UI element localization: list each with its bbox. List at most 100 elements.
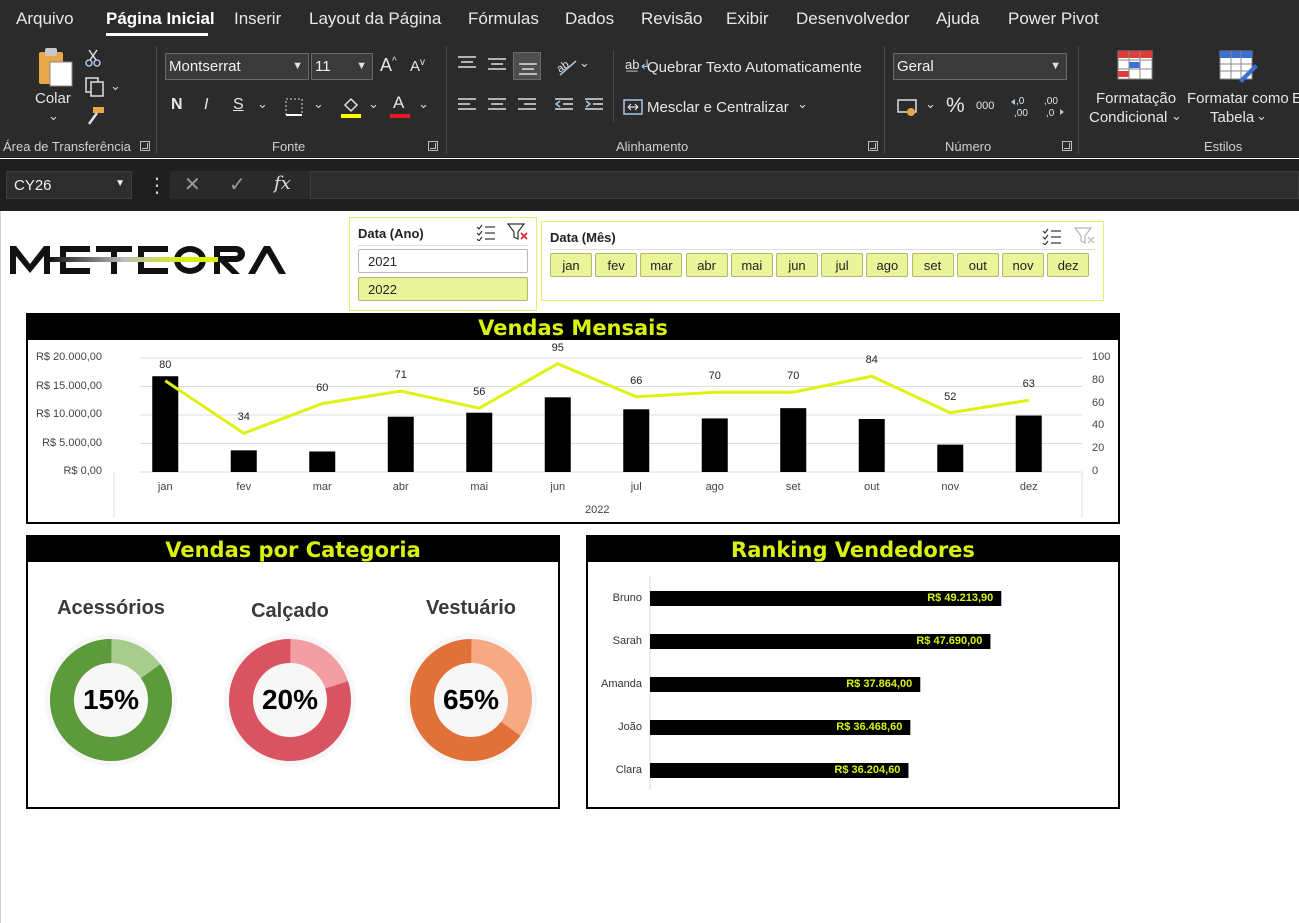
conditional-formatting-label-1[interactable]: Formatação: [1096, 90, 1176, 107]
clipboard-launcher-icon[interactable]: [140, 141, 150, 151]
align-left-icon[interactable]: [456, 96, 478, 114]
decrease-decimal-icon[interactable]: ,00 ,0: [1040, 94, 1066, 120]
borders-icon[interactable]: [284, 97, 304, 117]
font-color-dropdown-icon[interactable]: ⌄: [418, 96, 429, 112]
data-label: 70: [787, 370, 800, 383]
confirm-icon[interactable]: ✓: [229, 172, 246, 197]
wrap-text-button[interactable]: Quebrar Texto Automaticamente: [647, 59, 862, 76]
chevron-down-icon: ▼: [1050, 60, 1061, 72]
increase-decimal-icon[interactable]: ,0 ,00: [1010, 94, 1036, 120]
underline-button[interactable]: S: [233, 96, 244, 114]
decrease-font-icon[interactable]: Av: [410, 57, 425, 75]
fill-color-icon[interactable]: [340, 95, 362, 119]
rank-value: R$ 47.690,00: [916, 635, 983, 647]
slicer-item-2022[interactable]: 2022: [358, 277, 528, 301]
borders-dropdown-icon[interactable]: ⌄: [313, 96, 324, 112]
underline-dropdown-icon[interactable]: ⌄: [257, 96, 268, 112]
increase-indent-icon[interactable]: [583, 96, 605, 114]
merge-center-icon[interactable]: [623, 98, 643, 116]
slicer-item-2021[interactable]: 2021: [358, 249, 528, 273]
tab-revisao[interactable]: Revisão: [641, 9, 702, 29]
tab-formulas[interactable]: Fórmulas: [468, 9, 539, 29]
paste-button-label[interactable]: Colar: [35, 90, 71, 107]
clear-filter-icon[interactable]: [507, 222, 529, 242]
bar-mai: [466, 412, 493, 472]
align-center-icon[interactable]: [486, 96, 508, 114]
alignment-launcher-icon[interactable]: [868, 141, 878, 151]
font-launcher-icon[interactable]: [428, 141, 438, 151]
align-right-icon[interactable]: [516, 96, 538, 114]
format-as-table-label-2[interactable]: Tabela: [1210, 109, 1254, 126]
table-dropdown-icon[interactable]: ⌄: [1256, 108, 1267, 124]
align-middle-icon[interactable]: [486, 56, 508, 74]
group-separator: [884, 46, 885, 154]
decrease-indent-icon[interactable]: [553, 96, 575, 114]
slicer-item-nov[interactable]: nov: [1002, 253, 1044, 277]
more-options-icon[interactable]: ⋮: [147, 173, 167, 198]
slicer-item-mar[interactable]: mar: [640, 253, 683, 277]
format-as-table-label-1[interactable]: Formatar como: [1187, 90, 1289, 107]
name-box[interactable]: CY26 ▼: [6, 171, 132, 199]
tab-pagina-inicial[interactable]: Página Inicial: [106, 9, 215, 29]
cell-styles-label-truncated[interactable]: E: [1292, 90, 1299, 107]
tab-exibir[interactable]: Exibir: [726, 9, 769, 29]
bold-button[interactable]: N: [171, 96, 183, 114]
tab-ajuda[interactable]: Ajuda: [936, 9, 979, 29]
cut-icon[interactable]: [84, 48, 102, 68]
slicer-item-jan[interactable]: jan: [550, 253, 592, 277]
orientation-dropdown-icon[interactable]: ⌄: [579, 55, 590, 71]
font-color-button[interactable]: A: [393, 93, 404, 113]
fill-color-dropdown-icon[interactable]: ⌄: [368, 96, 379, 112]
font-name-value: Montserrat: [169, 58, 241, 75]
multi-select-icon[interactable]: [476, 223, 496, 241]
tab-desenvolvedor[interactable]: Desenvolvedor: [796, 9, 909, 29]
orientation-icon[interactable]: ab: [554, 55, 578, 77]
accounting-format-icon[interactable]: [896, 96, 920, 118]
conditional-dropdown-icon[interactable]: ⌄: [1171, 108, 1182, 124]
insert-function-button[interactable]: fx: [274, 173, 291, 194]
slicer-item-ago[interactable]: ago: [866, 253, 909, 277]
format-as-table-icon[interactable]: [1219, 50, 1259, 84]
inner-separator: [613, 50, 614, 122]
thousands-button[interactable]: 000: [976, 100, 994, 112]
conditional-formatting-icon[interactable]: [1117, 50, 1155, 82]
data-label: 95: [551, 341, 564, 354]
tab-dados[interactable]: Dados: [565, 9, 614, 29]
font-name-select[interactable]: Montserrat ▼: [165, 53, 309, 80]
tab-inserir[interactable]: Inserir: [234, 9, 281, 29]
number-format-select[interactable]: Geral ▼: [893, 53, 1067, 80]
slicer-item-jun[interactable]: jun: [776, 253, 818, 277]
slicer-item-out[interactable]: out: [956, 253, 999, 277]
tab-arquivo[interactable]: Arquivo: [16, 9, 74, 29]
paste-dropdown-icon[interactable]: ⌄: [48, 108, 59, 124]
slicer-item-abr[interactable]: abr: [685, 253, 728, 277]
cancel-icon[interactable]: ✕: [184, 172, 201, 197]
tab-layout-da-pagina[interactable]: Layout da Página: [309, 9, 441, 29]
y2-tick-label: 100: [1092, 351, 1111, 363]
font-size-select[interactable]: 11 ▼: [311, 53, 373, 80]
number-launcher-icon[interactable]: [1062, 141, 1072, 151]
copy-icon[interactable]: [84, 76, 106, 98]
multi-select-icon[interactable]: [1042, 227, 1062, 245]
slicer-item-mai[interactable]: mai: [730, 253, 773, 277]
format-painter-icon[interactable]: [84, 106, 106, 126]
slicer-item-jul[interactable]: jul: [821, 253, 864, 277]
slicer-item-fev[interactable]: fev: [595, 253, 638, 277]
merge-center-button[interactable]: Mesclar e Centralizar: [647, 99, 789, 116]
conditional-formatting-label-2[interactable]: Condicional: [1089, 109, 1167, 126]
slicer-item-set[interactable]: set: [911, 253, 954, 277]
percent-button[interactable]: %: [946, 94, 965, 118]
formula-input[interactable]: [310, 171, 1299, 199]
italic-button[interactable]: I: [204, 96, 208, 114]
align-bottom-button[interactable]: [513, 52, 541, 80]
increase-font-icon[interactable]: A^: [380, 55, 397, 76]
copy-dropdown-icon[interactable]: ⌄: [110, 78, 121, 94]
accounting-dropdown-icon[interactable]: ⌄: [925, 96, 936, 112]
paste-icon[interactable]: [36, 46, 76, 88]
x-tick-label: mai: [470, 481, 489, 493]
clear-filter-icon[interactable]: [1074, 226, 1096, 246]
tab-power-pivot[interactable]: Power Pivot: [1008, 9, 1099, 29]
slicer-item-dez[interactable]: dez: [1047, 253, 1090, 277]
merge-dropdown-icon[interactable]: ⌄: [797, 96, 808, 112]
align-top-icon[interactable]: [456, 54, 478, 72]
